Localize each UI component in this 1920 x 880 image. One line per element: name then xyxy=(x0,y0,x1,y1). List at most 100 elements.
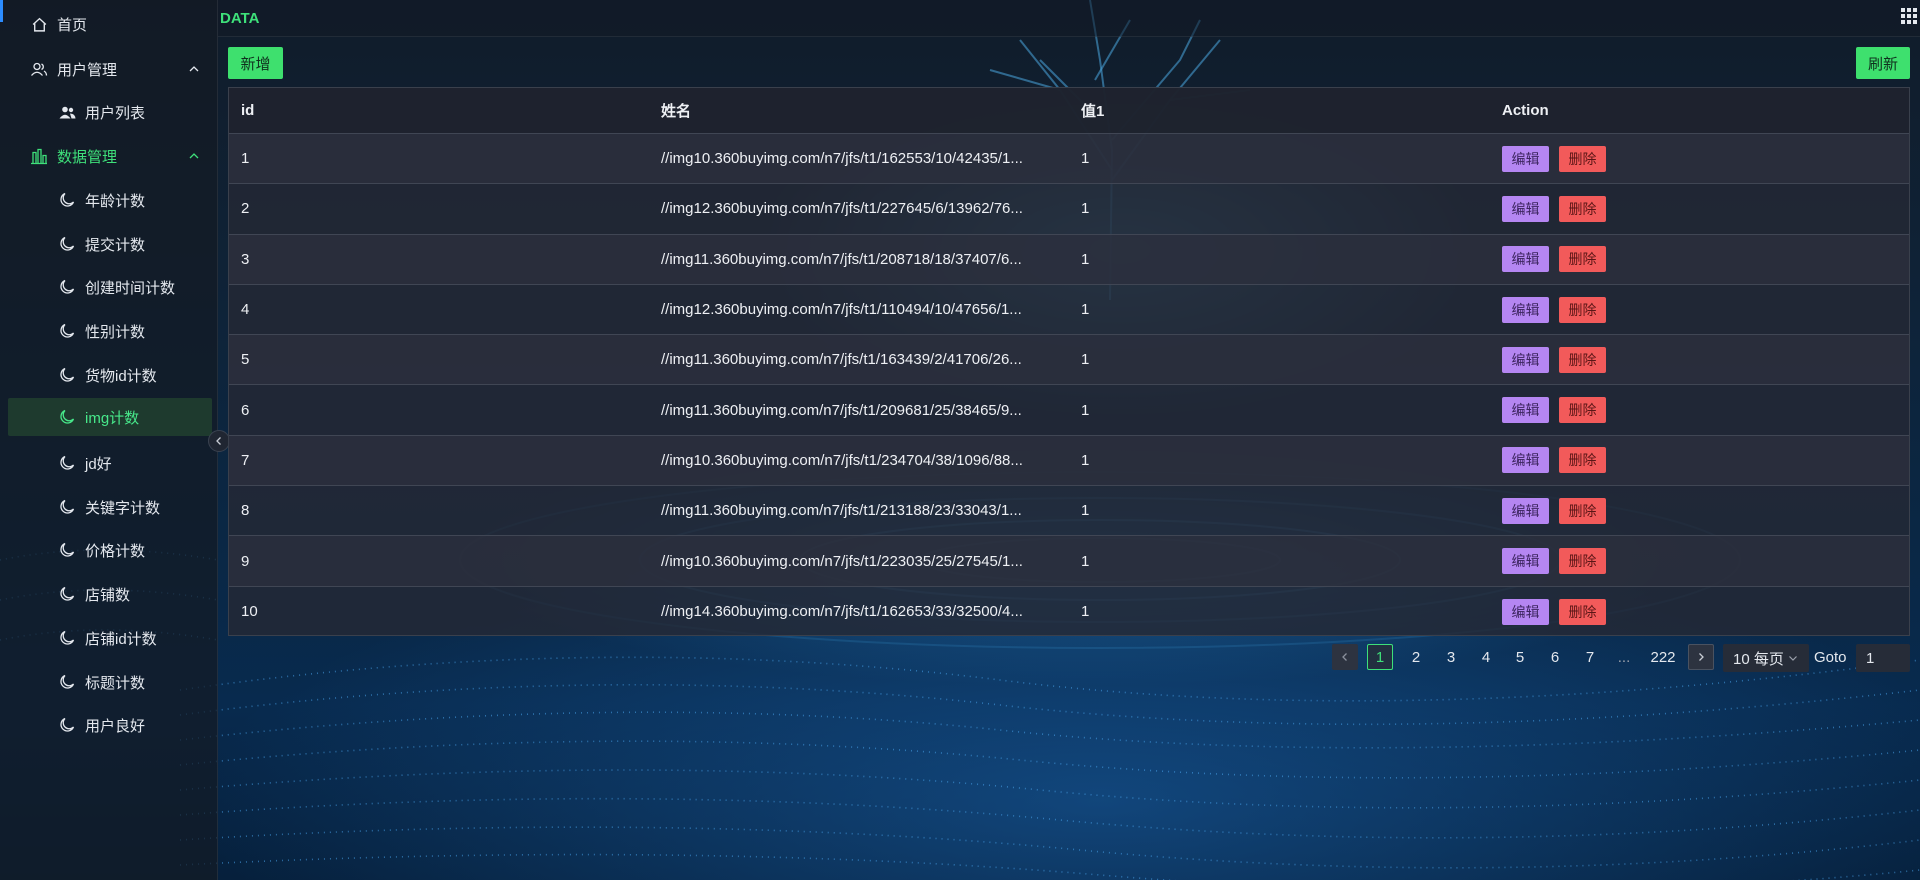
delete-button[interactable]: 删除 xyxy=(1559,397,1606,424)
edit-button[interactable]: 编辑 xyxy=(1502,397,1549,424)
page-size-select[interactable]: 10 每页 xyxy=(1723,644,1809,672)
page-1[interactable]: 1 xyxy=(1367,644,1393,670)
edit-button[interactable]: 编辑 xyxy=(1502,447,1549,474)
page-5[interactable]: 5 xyxy=(1507,644,1533,670)
cell-name: //img14.360buyimg.com/n7/jfs/t1/162653/3… xyxy=(661,603,1023,621)
cell-name: //img10.360buyimg.com/n7/jfs/t1/234704/3… xyxy=(661,451,1023,469)
prev-page-button[interactable] xyxy=(1332,644,1358,670)
moon-icon xyxy=(58,408,76,426)
sidebar-item-keyword-count[interactable]: 关键字计数 xyxy=(0,485,218,529)
row-actions: 编辑 删除 xyxy=(1502,548,1606,575)
table-header-row: id 姓名 值1 Action xyxy=(229,88,1909,134)
sidebar-item-home[interactable]: 首页 xyxy=(0,2,218,46)
delete-button[interactable]: 删除 xyxy=(1559,346,1606,373)
delete-button[interactable]: 删除 xyxy=(1559,195,1606,222)
cell-value1: 1 xyxy=(1081,150,1090,168)
edit-button[interactable]: 编辑 xyxy=(1502,195,1549,222)
delete-button[interactable]: 删除 xyxy=(1559,548,1606,575)
sidebar-item-label: 创建时间计数 xyxy=(85,279,176,297)
cell-name: //img12.360buyimg.com/n7/jfs/t1/227645/6… xyxy=(661,200,1023,218)
row-actions: 编辑 删除 xyxy=(1502,497,1606,524)
delete-button[interactable]: 删除 xyxy=(1559,145,1606,172)
page-size-value: 10 每页 xyxy=(1733,650,1784,668)
page-4[interactable]: 4 xyxy=(1473,644,1499,670)
page-3[interactable]: 3 xyxy=(1438,644,1464,670)
moon-icon xyxy=(58,322,76,340)
sidebar-item-user-list[interactable]: 用户列表 xyxy=(0,90,218,134)
page-222[interactable]: 222 xyxy=(1648,644,1678,670)
cell-value1: 1 xyxy=(1081,603,1090,621)
edit-button[interactable]: 编辑 xyxy=(1502,145,1549,172)
row-actions: 编辑 删除 xyxy=(1502,296,1606,323)
sidebar: 首页 用户管理 用户列表 数据管理 年龄计数 提交计数 创建时间计数 性别计数 … xyxy=(0,0,218,880)
table-row: 8 //img11.360buyimg.com/n7/jfs/t1/213188… xyxy=(229,486,1909,537)
table-row: 7 //img10.360buyimg.com/n7/jfs/t1/234704… xyxy=(229,435,1909,487)
cell-value1: 1 xyxy=(1081,401,1090,419)
cell-id: 8 xyxy=(241,502,250,520)
grid-icon[interactable] xyxy=(1900,7,1918,30)
edit-button[interactable]: 编辑 xyxy=(1502,246,1549,273)
sidebar-item-label: 首页 xyxy=(57,16,88,34)
row-actions: 编辑 删除 xyxy=(1502,598,1606,625)
sidebar-item-data-management[interactable]: 数据管理 xyxy=(0,134,218,178)
home-icon xyxy=(30,15,48,33)
cell-id: 1 xyxy=(241,150,250,168)
sidebar-item-age-count[interactable]: 年龄计数 xyxy=(0,178,218,222)
sidebar-item-label: 标题计数 xyxy=(85,674,146,692)
sidebar-item-goods-id-count[interactable]: 货物id计数 xyxy=(0,353,218,397)
delete-button[interactable]: 删除 xyxy=(1559,598,1606,625)
cell-value1: 1 xyxy=(1081,200,1090,218)
refresh-button[interactable]: 刷新 xyxy=(1856,47,1910,79)
cell-name: //img12.360buyimg.com/n7/jfs/t1/110494/1… xyxy=(661,301,1022,319)
sidebar-item-user-management[interactable]: 用户管理 xyxy=(0,47,218,91)
add-button[interactable]: 新增 xyxy=(228,47,283,79)
sidebar-item-label: img计数 xyxy=(85,409,140,427)
sidebar-item-create-time-count[interactable]: 创建时间计数 xyxy=(0,265,218,309)
cell-id: 2 xyxy=(241,200,250,218)
moon-icon xyxy=(58,454,76,472)
edit-button[interactable]: 编辑 xyxy=(1502,548,1549,575)
sidebar-item-gender-count[interactable]: 性别计数 xyxy=(0,309,218,353)
cell-name: //img10.360buyimg.com/n7/jfs/t1/162553/1… xyxy=(661,150,1023,168)
sidebar-item-label: 年龄计数 xyxy=(85,192,146,210)
delete-button[interactable]: 删除 xyxy=(1559,246,1606,273)
delete-button[interactable]: 删除 xyxy=(1559,296,1606,323)
column-header-name[interactable]: 姓名 xyxy=(661,100,691,121)
table-row: 1 //img10.360buyimg.com/n7/jfs/t1/162553… xyxy=(229,134,1909,185)
moon-icon xyxy=(58,366,76,384)
sidebar-item-store-count[interactable]: 店铺数 xyxy=(0,572,218,616)
column-header-value1[interactable]: 值1 xyxy=(1081,100,1104,121)
edit-button[interactable]: 编辑 xyxy=(1502,296,1549,323)
delete-button[interactable]: 删除 xyxy=(1559,497,1606,524)
sidebar-item-jd-good[interactable]: jd好 xyxy=(0,441,218,485)
sidebar-collapse-button[interactable] xyxy=(208,430,230,452)
next-page-button[interactable] xyxy=(1688,644,1714,670)
column-header-id[interactable]: id xyxy=(241,102,254,119)
delete-button[interactable]: 删除 xyxy=(1559,447,1606,474)
edit-button[interactable]: 编辑 xyxy=(1502,598,1549,625)
moon-icon xyxy=(58,235,76,253)
page-ellipsis[interactable]: ... xyxy=(1611,644,1637,670)
page-2[interactable]: 2 xyxy=(1403,644,1429,670)
moon-icon xyxy=(58,585,76,603)
page-title: DATA xyxy=(220,10,260,27)
sidebar-item-img-count[interactable]: img计数 xyxy=(8,398,212,436)
table-row: 10 //img14.360buyimg.com/n7/jfs/t1/16265… xyxy=(229,587,1909,637)
goto-page-input[interactable] xyxy=(1856,644,1910,672)
moon-icon xyxy=(58,673,76,691)
row-actions: 编辑 删除 xyxy=(1502,145,1606,172)
page-6[interactable]: 6 xyxy=(1542,644,1568,670)
data-table: id 姓名 值1 Action 1 //img10.360buyimg.com/… xyxy=(228,87,1910,636)
sidebar-item-price-count[interactable]: 价格计数 xyxy=(0,528,218,572)
bar-chart-icon xyxy=(30,147,48,165)
chevron-left-icon xyxy=(1342,653,1347,661)
page-7[interactable]: 7 xyxy=(1577,644,1603,670)
sidebar-item-submit-count[interactable]: 提交计数 xyxy=(0,222,218,266)
edit-button[interactable]: 编辑 xyxy=(1502,346,1549,373)
edit-button[interactable]: 编辑 xyxy=(1502,497,1549,524)
moon-icon xyxy=(58,278,76,296)
cell-value1: 1 xyxy=(1081,552,1090,570)
cell-id: 3 xyxy=(241,250,250,268)
sidebar-item-user-good[interactable]: 用户良好 xyxy=(0,703,218,747)
table-row: 4 //img12.360buyimg.com/n7/jfs/t1/110494… xyxy=(229,285,1909,336)
